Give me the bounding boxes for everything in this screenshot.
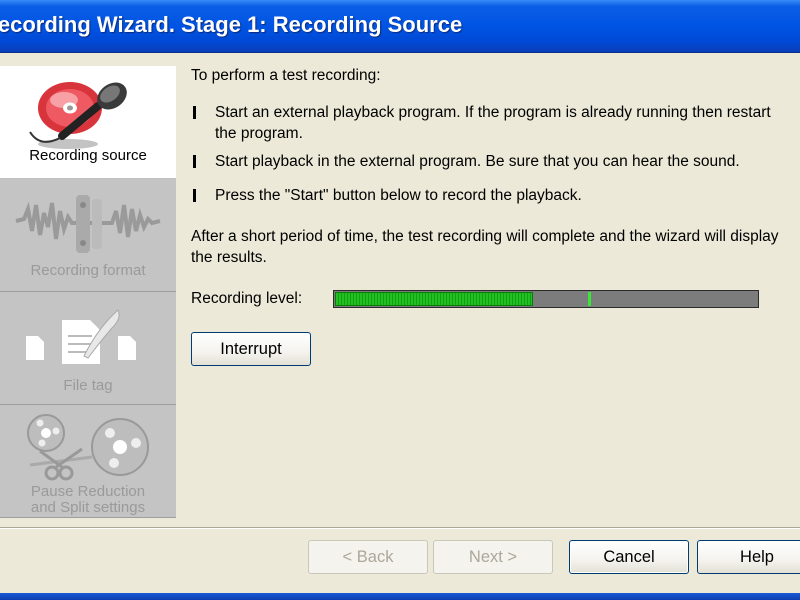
window-title: Recording Wizard. Stage 1: Recording Sou… (0, 12, 463, 37)
tape-reels-scissors-icon (0, 411, 176, 489)
footer-separator (0, 527, 800, 529)
title-bar[interactable]: Recording Wizard. Stage 1: Recording Sou… (0, 0, 800, 53)
recording-level-peak (588, 292, 591, 306)
nav-label-file-tag: File tag (63, 377, 113, 394)
nav-label-pause-reduction: Pause Reduction and Split settings (0, 484, 176, 516)
nav-label-pause-reduction-line1: Pause Reduction (30, 483, 146, 500)
nav-label-pause-reduction-line2: and Split settings (30, 499, 146, 516)
interrupt-button[interactable]: Interrupt (191, 332, 311, 366)
waveform-icon (0, 185, 176, 263)
recording-level-label: Recording level: (191, 290, 303, 307)
step-2-text: Start playback in the external program. … (215, 153, 740, 170)
nav-item-file-tag[interactable]: File tag (0, 292, 176, 405)
next-button[interactable]: Next > (433, 540, 553, 574)
bullet-icon (193, 106, 196, 119)
cd-microphone-icon (0, 72, 176, 150)
step-3-text: Press the "Start" button below to record… (215, 187, 582, 204)
nav-item-recording-format[interactable]: Recording format (0, 179, 176, 292)
nav-item-pause-reduction[interactable]: Pause Reduction and Split settings (0, 405, 176, 518)
nav-label-recording-format: Recording format (30, 262, 146, 279)
wizard-nav: Recording source Recording format File t… (0, 66, 176, 518)
bullet-icon (193, 155, 196, 168)
recording-level-meter (333, 290, 759, 308)
bullet-icon (193, 189, 196, 202)
file-tag-icon (0, 298, 176, 376)
help-button[interactable]: Help (697, 540, 800, 574)
intro-text: To perform a test recording: (191, 67, 381, 84)
back-button[interactable]: < Back (308, 540, 428, 574)
after-text: After a short period of time, the test r… (191, 228, 779, 266)
recording-level-fill (335, 292, 533, 306)
cancel-button[interactable]: Cancel (569, 540, 689, 574)
nav-item-recording-source[interactable]: Recording source (0, 66, 176, 179)
nav-label-recording-source: Recording source (29, 147, 147, 164)
window-bottom-border (0, 593, 800, 600)
step-1-text: Start an external playback program. If t… (215, 104, 771, 142)
